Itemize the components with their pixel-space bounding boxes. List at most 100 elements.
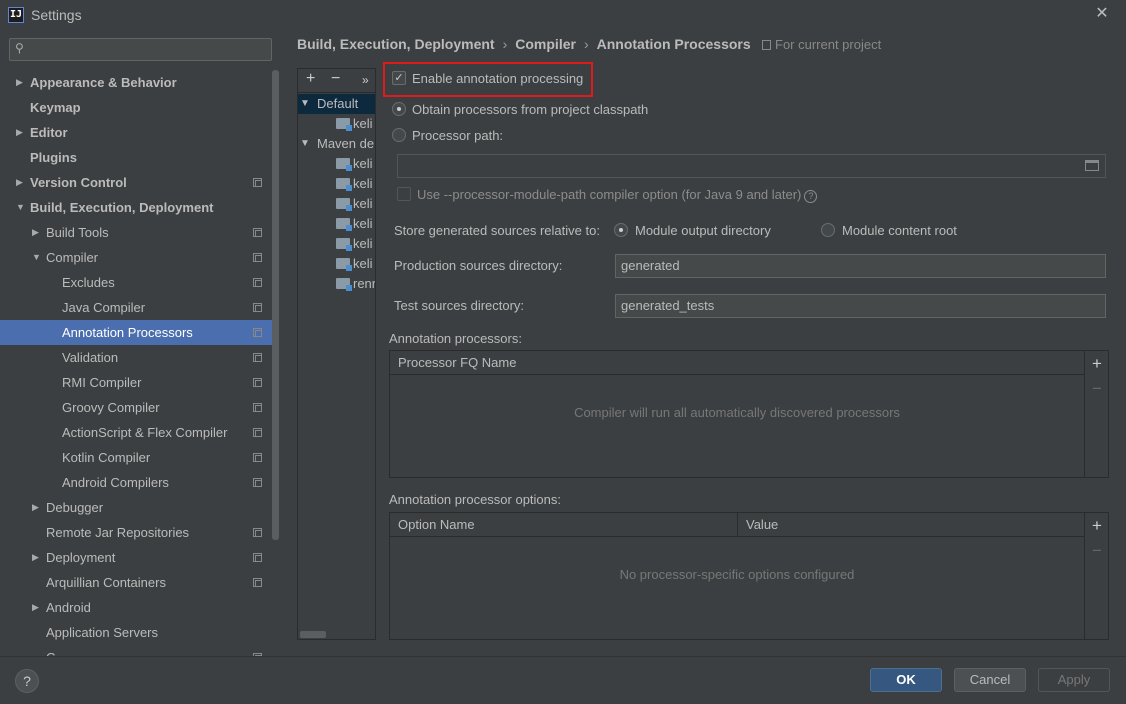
help-icon[interactable]: ? bbox=[804, 190, 818, 203]
module-output-directory-label[interactable]: Module output directory bbox=[635, 223, 771, 238]
ok-button[interactable]: OK bbox=[870, 668, 942, 692]
project-scope-icon bbox=[762, 40, 771, 50]
sidebar-item-deployment[interactable]: ▶ Deployment bbox=[0, 545, 279, 570]
processor-module-path-label[interactable]: Use --processor-module-path compiler opt… bbox=[417, 187, 818, 203]
module-label: keli bbox=[353, 176, 373, 191]
processor-path-label[interactable]: Processor path: bbox=[412, 128, 503, 143]
folder-browse-icon[interactable] bbox=[1085, 160, 1099, 171]
sidebar-item-groovy-compiler[interactable]: Groovy Compiler bbox=[0, 395, 279, 420]
obtain-from-classpath-radio[interactable] bbox=[392, 102, 406, 116]
module-output-directory-radio[interactable] bbox=[614, 223, 628, 237]
sidebar-item-validation[interactable]: Validation bbox=[0, 345, 279, 370]
cancel-button[interactable]: Cancel bbox=[954, 668, 1026, 692]
help-button[interactable]: ? bbox=[15, 669, 39, 693]
processor-path-field[interactable] bbox=[397, 154, 1106, 178]
sidebar-item-debugger[interactable]: ▶ Debugger bbox=[0, 495, 279, 520]
close-icon[interactable]: ✕ bbox=[1092, 4, 1112, 24]
sidebar-item-rmi-compiler[interactable]: RMI Compiler bbox=[0, 370, 279, 395]
module-content-root-label[interactable]: Module content root bbox=[842, 223, 957, 238]
sidebar-item-actionscript-flex-compiler[interactable]: ActionScript & Flex Compiler bbox=[0, 420, 279, 445]
project-scope-icon bbox=[253, 253, 262, 262]
sidebar-item-remote-jar-repositories[interactable]: Remote Jar Repositories bbox=[0, 520, 279, 545]
chevron-right-icon[interactable]: ▶ bbox=[32, 595, 39, 620]
sidebar-item-appearance-behavior[interactable]: ▶ Appearance & Behavior bbox=[0, 70, 279, 95]
sidebar-item-arquillian-containers[interactable]: Arquillian Containers bbox=[0, 570, 279, 595]
profiles-horizontal-scrollbar[interactable] bbox=[300, 631, 326, 638]
settings-search-box[interactable]: ⚲ bbox=[9, 38, 272, 61]
apply-button[interactable]: Apply bbox=[1038, 668, 1110, 692]
value-column[interactable]: Value bbox=[738, 513, 778, 536]
profile-module-row[interactable]: keli bbox=[298, 154, 375, 174]
sidebar-item-plugins[interactable]: Plugins bbox=[0, 145, 279, 170]
chevron-down-icon[interactable]: ▼ bbox=[300, 134, 310, 154]
production-sources-label: Production sources directory: bbox=[394, 258, 563, 273]
sidebar-item-build-tools[interactable]: ▶ Build Tools bbox=[0, 220, 279, 245]
sidebar-item-java-compiler[interactable]: Java Compiler bbox=[0, 295, 279, 320]
profile-maven[interactable]: ▼ Maven de bbox=[298, 134, 375, 154]
processor-path-radio[interactable] bbox=[392, 128, 406, 142]
processor-fq-name-column[interactable]: Processor FQ Name bbox=[390, 351, 516, 374]
sidebar-item-kotlin-compiler[interactable]: Kotlin Compiler bbox=[0, 445, 279, 470]
sidebar-item-keymap[interactable]: Keymap bbox=[0, 95, 279, 120]
sidebar-item-android[interactable]: ▶ Android bbox=[0, 595, 279, 620]
profile-module-row[interactable]: keli bbox=[298, 114, 375, 134]
sidebar-item-annotation-processors[interactable]: Annotation Processors bbox=[0, 320, 279, 345]
chevron-down-icon[interactable]: ▼ bbox=[32, 245, 41, 270]
chevron-down-icon[interactable]: ▼ bbox=[300, 94, 310, 114]
sidebar-item-label: ActionScript & Flex Compiler bbox=[62, 425, 228, 440]
chevron-right-icon[interactable]: ▶ bbox=[16, 120, 23, 145]
sidebar-item-editor[interactable]: ▶ Editor bbox=[0, 120, 279, 145]
module-folder-icon bbox=[336, 178, 352, 191]
sidebar-item-version-control[interactable]: ▶ Version Control bbox=[0, 170, 279, 195]
chevron-down-icon[interactable]: ▼ bbox=[16, 195, 25, 220]
chevron-right-icon[interactable]: ▶ bbox=[32, 545, 39, 570]
test-sources-input[interactable]: generated_tests bbox=[615, 294, 1106, 318]
sidebar-item-build-execution-deployment[interactable]: ▼ Build, Execution, Deployment bbox=[0, 195, 279, 220]
processor-module-path-checkbox[interactable] bbox=[397, 187, 411, 201]
profile-module-row[interactable]: keli bbox=[298, 234, 375, 254]
remove-option-button[interactable]: − bbox=[1085, 541, 1109, 561]
chevron-right-icon[interactable]: ▶ bbox=[16, 170, 23, 195]
sidebar-item-label: Groovy Compiler bbox=[62, 400, 160, 415]
add-processor-button[interactable]: + bbox=[1085, 354, 1109, 374]
sidebar-item-application-servers[interactable]: Application Servers bbox=[0, 620, 279, 645]
sidebar-item-label: Android bbox=[46, 600, 91, 615]
profiles-toolbar: + − » bbox=[298, 69, 375, 93]
profile-module-row[interactable]: keli bbox=[298, 214, 375, 234]
module-folder-icon bbox=[336, 218, 352, 231]
profile-module-row[interactable]: keli bbox=[298, 254, 375, 274]
module-content-root-radio[interactable] bbox=[821, 223, 835, 237]
remove-profile-button[interactable]: − bbox=[331, 70, 340, 88]
profiles-panel: + − » ▼ Default keli ▼ Maven de keli kel… bbox=[297, 68, 376, 640]
sidebar-item-android-compilers[interactable]: Android Compilers bbox=[0, 470, 279, 495]
chevron-right-icon[interactable]: ▶ bbox=[32, 220, 39, 245]
remove-processor-button[interactable]: − bbox=[1085, 379, 1109, 399]
more-actions-icon[interactable]: » bbox=[362, 73, 369, 87]
profile-default[interactable]: ▼ Default bbox=[298, 94, 375, 114]
profile-module-row[interactable]: keli bbox=[298, 194, 375, 214]
sidebar-item-compiler[interactable]: ▼ Compiler bbox=[0, 245, 279, 270]
intellij-app-icon: IJ bbox=[8, 7, 24, 23]
obtain-from-classpath-label[interactable]: Obtain processors from project classpath bbox=[412, 102, 648, 117]
settings-search-input[interactable] bbox=[34, 41, 264, 58]
chevron-right-icon[interactable]: ▶ bbox=[16, 70, 23, 95]
test-sources-label: Test sources directory: bbox=[394, 298, 525, 313]
option-name-column[interactable]: Option Name bbox=[390, 513, 475, 536]
breadcrumb: Build, Execution, Deployment › Compiler › An… bbox=[297, 36, 751, 52]
profile-module-row[interactable]: renr bbox=[298, 274, 375, 294]
module-label: keli bbox=[353, 256, 373, 271]
enable-annotation-processing-label[interactable]: Enable annotation processing bbox=[412, 71, 583, 86]
sidebar-item-excludes[interactable]: Excludes bbox=[0, 270, 279, 295]
profile-module-row[interactable]: keli bbox=[298, 174, 375, 194]
add-profile-button[interactable]: + bbox=[306, 70, 315, 88]
project-scope-icon bbox=[253, 303, 262, 312]
chevron-right-icon[interactable]: ▶ bbox=[32, 495, 39, 520]
production-sources-input[interactable]: generated bbox=[615, 254, 1106, 278]
project-scope-icon bbox=[253, 178, 262, 187]
sidebar-item-label: Debugger bbox=[46, 500, 104, 515]
sidebar-scrollbar[interactable] bbox=[272, 70, 279, 540]
sidebar-item-label: RMI Compiler bbox=[62, 375, 142, 390]
add-option-button[interactable]: + bbox=[1085, 516, 1109, 536]
sidebar-item-partial[interactable]: C... bbox=[0, 645, 279, 656]
enable-annotation-processing-checkbox[interactable]: ✓ bbox=[392, 71, 406, 85]
